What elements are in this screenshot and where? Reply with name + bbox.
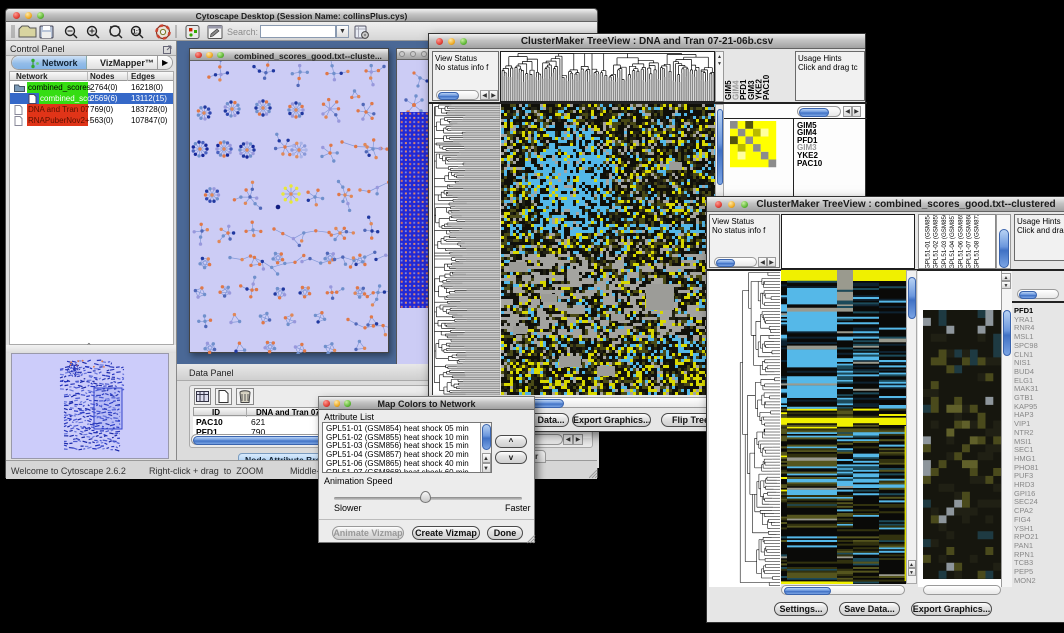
svg-text:GPL51-02 (GSM855): GPL51-02 (GSM855) (933, 215, 940, 269)
svg-text:GPL51-04 (GSM857): GPL51-04 (GSM857) (949, 215, 956, 269)
svg-text:PAC10: PAC10 (762, 74, 771, 100)
svg-text:GPL51-06 (GSM865): GPL51-06 (GSM865) (957, 215, 964, 269)
svg-text:GPL51-08 (GSM872): GPL51-08 (GSM872) (974, 215, 981, 269)
svg-text:GPL51-01 (GSM854): GPL51-01 (GSM854) (925, 215, 932, 269)
svg-text:GPL51-07 (GSM868): GPL51-07 (GSM868) (966, 215, 973, 269)
svg-text:GPL51-03 (GSM856): GPL51-03 (GSM856) (941, 215, 948, 269)
svg-text:1:1: 1:1 (133, 30, 142, 36)
